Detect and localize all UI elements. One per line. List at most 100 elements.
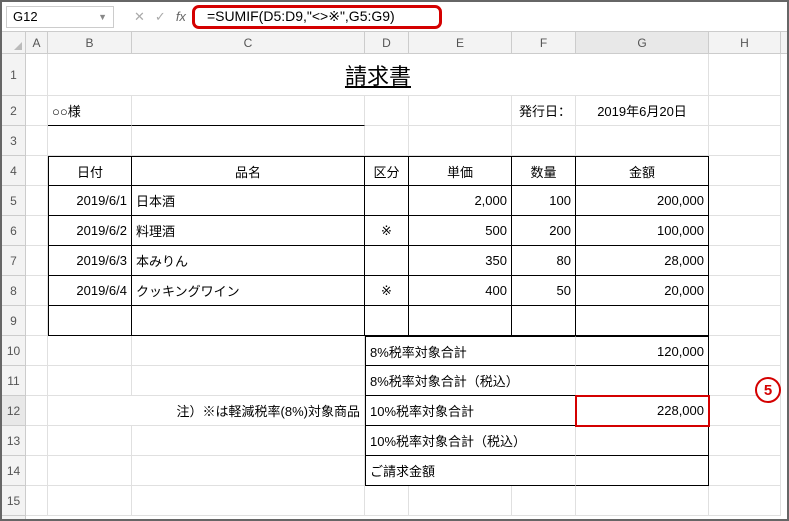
cell[interactable]	[409, 126, 512, 156]
cell[interactable]	[709, 54, 781, 96]
row-header[interactable]: 12	[2, 396, 25, 426]
cell-amount[interactable]: 20,000	[576, 276, 709, 306]
cell-item[interactable]: クッキングワイン	[132, 276, 365, 306]
cell[interactable]	[132, 426, 365, 456]
cell[interactable]	[26, 126, 48, 156]
cell-cls[interactable]	[365, 186, 409, 216]
total-value[interactable]: 120,000	[576, 336, 709, 366]
cell-date[interactable]: 2019/6/3	[48, 246, 132, 276]
cell[interactable]	[132, 486, 365, 516]
grid[interactable]: A B C D E F G H 1 2 3 4 5 6 7 8 9 10 11 …	[2, 32, 787, 519]
issue-date-label[interactable]: 発行日：	[512, 96, 576, 126]
cell[interactable]	[709, 336, 781, 366]
cell[interactable]	[26, 186, 48, 216]
col-header[interactable]: B	[48, 32, 132, 53]
cell[interactable]	[709, 486, 781, 516]
cell[interactable]	[576, 126, 709, 156]
cell[interactable]	[26, 426, 48, 456]
th-item[interactable]: 品名	[132, 156, 365, 186]
cell[interactable]	[409, 486, 512, 516]
cell-item[interactable]: 日本酒	[132, 186, 365, 216]
cell-date[interactable]: 2019/6/2	[48, 216, 132, 246]
total-label[interactable]: 8%税率対象合計	[365, 336, 576, 366]
issue-date[interactable]: 2019年6月20日	[576, 96, 709, 126]
total-label[interactable]: 10%税率対象合計（税込）	[365, 426, 576, 456]
cell[interactable]	[709, 246, 781, 276]
col-header[interactable]: E	[409, 32, 512, 53]
cell[interactable]	[512, 486, 576, 516]
row-header[interactable]: 14	[2, 456, 25, 486]
cell[interactable]	[409, 96, 512, 126]
row-header[interactable]: 4	[2, 156, 25, 186]
cell-amount[interactable]: 28,000	[576, 246, 709, 276]
total-label[interactable]: 8%税率対象合計（税込）	[365, 366, 576, 396]
cell[interactable]	[26, 366, 48, 396]
cell[interactable]	[709, 306, 781, 336]
note-text[interactable]: 注）※は軽減税率(8%)対象商品	[48, 396, 365, 426]
row-header[interactable]: 13	[2, 426, 25, 456]
cell[interactable]	[26, 456, 48, 486]
th-unit[interactable]: 単価	[409, 156, 512, 186]
th-amount[interactable]: 金額	[576, 156, 709, 186]
cell[interactable]	[26, 336, 48, 366]
cell-amount[interactable]: 100,000	[576, 216, 709, 246]
select-all-corner[interactable]	[2, 32, 26, 54]
selected-cell[interactable]: 228,000	[576, 396, 709, 426]
cell[interactable]	[48, 126, 132, 156]
cell-qty[interactable]: 200	[512, 216, 576, 246]
row-header[interactable]: 15	[2, 486, 25, 516]
cell[interactable]	[709, 426, 781, 456]
cell[interactable]	[365, 126, 409, 156]
cell[interactable]	[26, 96, 48, 126]
fx-icon[interactable]: fx	[176, 9, 186, 24]
col-header[interactable]: C	[132, 32, 365, 53]
confirm-icon[interactable]: ✓	[155, 9, 166, 25]
row-header[interactable]: 6	[2, 216, 25, 246]
cell[interactable]	[26, 276, 48, 306]
cell[interactable]	[132, 366, 365, 396]
cell[interactable]	[132, 456, 365, 486]
cell[interactable]	[709, 216, 781, 246]
row-header[interactable]: 10	[2, 336, 25, 366]
col-header[interactable]: F	[512, 32, 576, 53]
row-header[interactable]: 3	[2, 126, 25, 156]
th-date[interactable]: 日付	[48, 156, 132, 186]
cell[interactable]	[26, 246, 48, 276]
cell[interactable]	[365, 306, 409, 336]
total-value[interactable]	[576, 366, 709, 396]
cell[interactable]	[709, 186, 781, 216]
cell[interactable]	[409, 306, 512, 336]
cell[interactable]	[48, 306, 132, 336]
cell-qty[interactable]: 50	[512, 276, 576, 306]
cell[interactable]	[365, 486, 409, 516]
total-value[interactable]	[576, 426, 709, 456]
cell[interactable]	[365, 96, 409, 126]
cell[interactable]	[48, 366, 132, 396]
cell-cls[interactable]: ※	[365, 216, 409, 246]
cell-item[interactable]: 本みりん	[132, 246, 365, 276]
chevron-down-icon[interactable]: ▼	[98, 12, 107, 22]
cell[interactable]	[26, 216, 48, 246]
name-box[interactable]: G12 ▼	[6, 6, 114, 28]
cell[interactable]	[132, 96, 365, 126]
row-header[interactable]: 7	[2, 246, 25, 276]
row-header[interactable]: 9	[2, 306, 25, 336]
row-header[interactable]: 5	[2, 186, 25, 216]
cell[interactable]	[26, 486, 48, 516]
cell[interactable]	[512, 126, 576, 156]
cell[interactable]	[48, 426, 132, 456]
cell[interactable]	[132, 306, 365, 336]
th-qty[interactable]: 数量	[512, 156, 576, 186]
cell-unit[interactable]: 500	[409, 216, 512, 246]
cell[interactable]	[709, 126, 781, 156]
cancel-icon[interactable]: ✕	[134, 9, 145, 25]
row-header[interactable]: 11	[2, 366, 25, 396]
customer-name[interactable]: ○○様	[48, 96, 132, 126]
col-header[interactable]: A	[26, 32, 48, 53]
col-header[interactable]: H	[709, 32, 781, 53]
total-label[interactable]: ご請求金額	[365, 456, 576, 486]
total-label[interactable]: 10%税率対象合計	[365, 396, 576, 426]
cell[interactable]	[709, 456, 781, 486]
cell-unit[interactable]: 2,000	[409, 186, 512, 216]
cell-date[interactable]: 2019/6/4	[48, 276, 132, 306]
